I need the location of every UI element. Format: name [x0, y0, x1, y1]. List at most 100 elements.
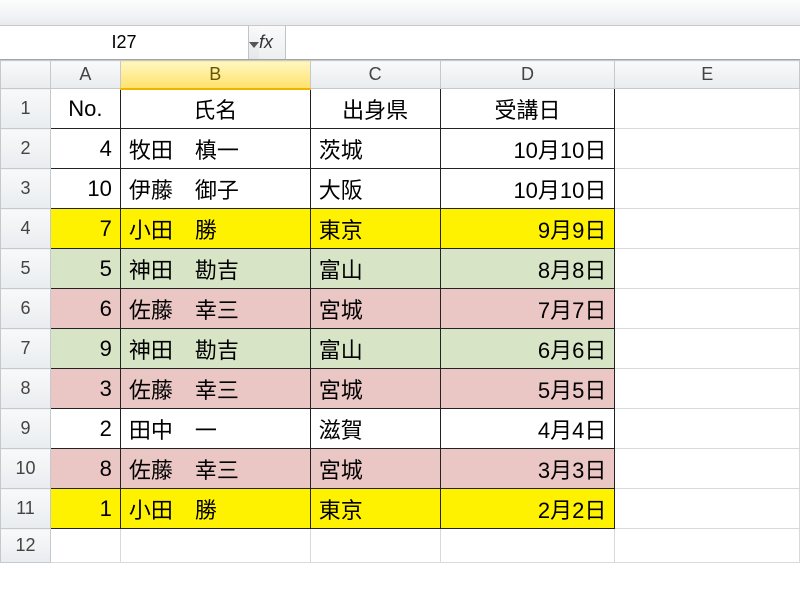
- col-header-C[interactable]: C: [310, 61, 440, 89]
- cell[interactable]: 3: [50, 369, 120, 409]
- row-header[interactable]: 5: [1, 249, 51, 289]
- col-header-D[interactable]: D: [440, 61, 615, 89]
- cell-D1[interactable]: 受講日: [440, 89, 615, 129]
- cell[interactable]: [615, 249, 800, 289]
- cell[interactable]: [120, 529, 310, 563]
- cell[interactable]: 8月8日: [440, 249, 615, 289]
- table-row: 4 7 小田 勝 東京 9月9日: [1, 209, 800, 249]
- cell[interactable]: 3月3日: [440, 449, 615, 489]
- cell[interactable]: 小田 勝: [120, 209, 310, 249]
- cell[interactable]: 宮城: [310, 289, 440, 329]
- table-row: 1 No. 氏名 出身県 受講日: [1, 89, 800, 129]
- cell[interactable]: 小田 勝: [120, 489, 310, 529]
- formula-input-wrap[interactable]: [286, 26, 800, 59]
- cell[interactable]: 10: [50, 169, 120, 209]
- cell-B1[interactable]: 氏名: [120, 89, 310, 129]
- table-row: 6 6 佐藤 幸三 宮城 7月7日: [1, 289, 800, 329]
- table-row: 11 1 小田 勝 東京 2月2日: [1, 489, 800, 529]
- row-header[interactable]: 2: [1, 129, 51, 169]
- cell[interactable]: [615, 409, 800, 449]
- table-row: 8 3 佐藤 幸三 宮城 5月5日: [1, 369, 800, 409]
- cell[interactable]: [310, 529, 440, 563]
- cell[interactable]: 7月7日: [440, 289, 615, 329]
- cell[interactable]: 10月10日: [440, 169, 615, 209]
- chevron-down-icon: [249, 32, 259, 53]
- formula-input[interactable]: [286, 26, 800, 59]
- cell[interactable]: [615, 529, 800, 563]
- row-header[interactable]: 12: [1, 529, 51, 563]
- cell[interactable]: 大阪: [310, 169, 440, 209]
- cell-A1[interactable]: No.: [50, 89, 120, 129]
- name-box[interactable]: [0, 26, 225, 59]
- cell[interactable]: 神田 勘吉: [120, 249, 310, 289]
- row-header[interactable]: 7: [1, 329, 51, 369]
- cell[interactable]: [50, 529, 120, 563]
- row-header[interactable]: 6: [1, 289, 51, 329]
- cell[interactable]: 佐藤 幸三: [120, 449, 310, 489]
- row-header[interactable]: 11: [1, 489, 51, 529]
- cell[interactable]: 佐藤 幸三: [120, 289, 310, 329]
- col-header-A[interactable]: A: [50, 61, 120, 89]
- cell[interactable]: 6月6日: [440, 329, 615, 369]
- column-header-row: A B C D E: [1, 61, 800, 89]
- cell[interactable]: 滋賀: [310, 409, 440, 449]
- cell[interactable]: [615, 369, 800, 409]
- row-header[interactable]: 10: [1, 449, 51, 489]
- select-all-corner[interactable]: [1, 61, 51, 89]
- row-header[interactable]: 3: [1, 169, 51, 209]
- row-header[interactable]: 4: [1, 209, 51, 249]
- cell[interactable]: [615, 209, 800, 249]
- formula-bar: fx: [0, 26, 800, 60]
- cell[interactable]: 7: [50, 209, 120, 249]
- grid-table: A B C D E 1 No. 氏名 出身県 受講日 2 4 牧田 槙一 茨城: [0, 60, 800, 563]
- table-row: 2 4 牧田 槙一 茨城 10月10日: [1, 129, 800, 169]
- cell[interactable]: 東京: [310, 489, 440, 529]
- cell[interactable]: 6: [50, 289, 120, 329]
- name-box-input[interactable]: [0, 26, 248, 59]
- name-box-dropdown[interactable]: [248, 26, 259, 59]
- cell[interactable]: 4: [50, 129, 120, 169]
- worksheet-grid[interactable]: A B C D E 1 No. 氏名 出身県 受講日 2 4 牧田 槙一 茨城: [0, 60, 800, 600]
- cell[interactable]: [615, 169, 800, 209]
- cell[interactable]: [440, 529, 615, 563]
- cell[interactable]: [615, 449, 800, 489]
- ribbon-strip: [0, 0, 800, 26]
- cell[interactable]: 宮城: [310, 449, 440, 489]
- table-row: 9 2 田中 一 滋賀 4月4日: [1, 409, 800, 449]
- cell[interactable]: 9月9日: [440, 209, 615, 249]
- table-row: 3 10 伊藤 御子 大阪 10月10日: [1, 169, 800, 209]
- cell[interactable]: 茨城: [310, 129, 440, 169]
- cell-C1[interactable]: 出身県: [310, 89, 440, 129]
- cell-E1[interactable]: [615, 89, 800, 129]
- row-header[interactable]: 8: [1, 369, 51, 409]
- table-row: 12: [1, 529, 800, 563]
- cell[interactable]: 4月4日: [440, 409, 615, 449]
- cell[interactable]: [615, 289, 800, 329]
- cell[interactable]: 5: [50, 249, 120, 289]
- row-header[interactable]: 1: [1, 89, 51, 129]
- excel-window: fx A B C D E 1 No. 氏名 出身県: [0, 0, 800, 600]
- col-header-B[interactable]: B: [120, 61, 310, 89]
- cell[interactable]: 8: [50, 449, 120, 489]
- cell[interactable]: 佐藤 幸三: [120, 369, 310, 409]
- cell[interactable]: [615, 489, 800, 529]
- table-row: 7 9 神田 勘吉 富山 6月6日: [1, 329, 800, 369]
- cell[interactable]: 田中 一: [120, 409, 310, 449]
- cell[interactable]: 富山: [310, 329, 440, 369]
- cell[interactable]: 2月2日: [440, 489, 615, 529]
- cell[interactable]: 9: [50, 329, 120, 369]
- cell[interactable]: 富山: [310, 249, 440, 289]
- cell[interactable]: 5月5日: [440, 369, 615, 409]
- cell[interactable]: 宮城: [310, 369, 440, 409]
- cell[interactable]: [615, 129, 800, 169]
- col-header-E[interactable]: E: [615, 61, 800, 89]
- cell[interactable]: 2: [50, 409, 120, 449]
- cell[interactable]: [615, 329, 800, 369]
- cell[interactable]: 1: [50, 489, 120, 529]
- cell[interactable]: 牧田 槙一: [120, 129, 310, 169]
- row-header[interactable]: 9: [1, 409, 51, 449]
- cell[interactable]: 神田 勘吉: [120, 329, 310, 369]
- cell[interactable]: 東京: [310, 209, 440, 249]
- cell[interactable]: 10月10日: [440, 129, 615, 169]
- cell[interactable]: 伊藤 御子: [120, 169, 310, 209]
